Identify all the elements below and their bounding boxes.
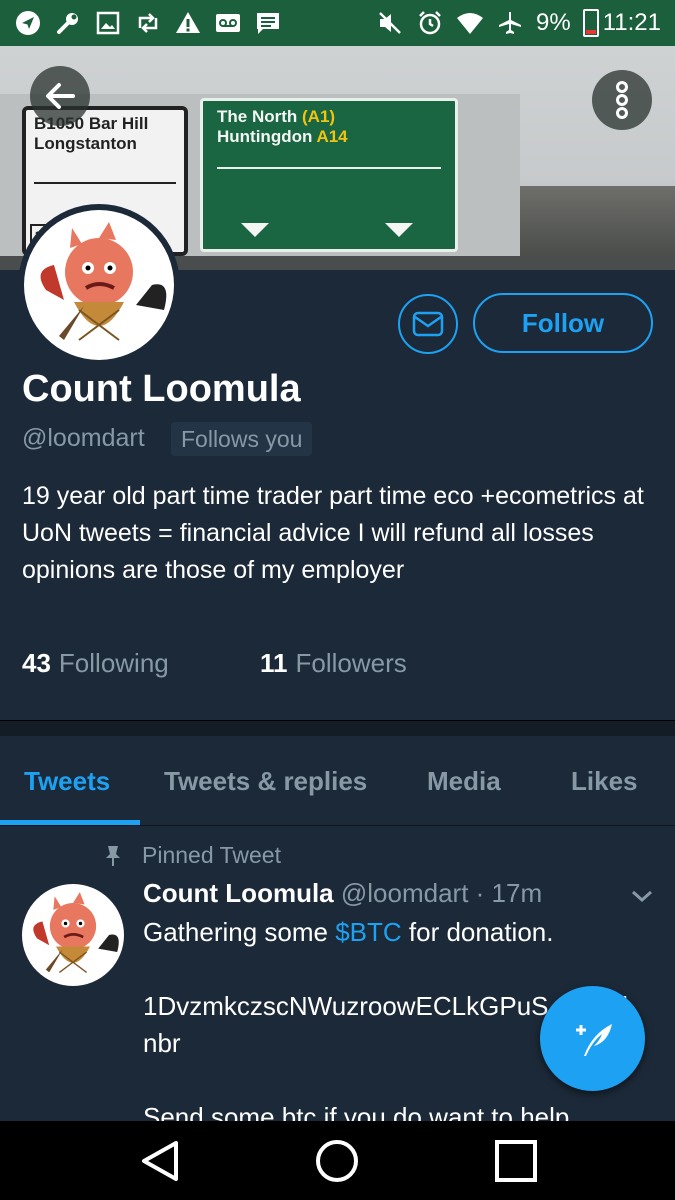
nav-recents-button[interactable]: [494, 1139, 538, 1183]
active-tab-indicator: [0, 820, 140, 825]
nav-home-button[interactable]: [315, 1139, 359, 1183]
tab-tweets[interactable]: Tweets: [24, 736, 110, 826]
chevron-down-icon: [632, 890, 652, 903]
following-count: 43: [22, 648, 51, 678]
section-divider: [0, 720, 675, 736]
profile-stats: 43 Following 11 Followers: [22, 648, 407, 679]
circle-home-icon: [316, 1140, 358, 1182]
tweet-menu-button[interactable]: [630, 888, 654, 909]
profile-name: Count Loomula: [22, 368, 301, 410]
tweet-time: · 17m: [475, 878, 543, 908]
message-button[interactable]: [398, 294, 458, 354]
battery-icon: [582, 9, 599, 37]
back-arrow-icon: [46, 83, 75, 109]
wifi-icon: [456, 9, 484, 37]
more-vertical-icon: [616, 81, 628, 119]
nav-back-button[interactable]: [138, 1139, 182, 1183]
profile-tabs: Tweets Tweets & replies Media Likes: [0, 736, 675, 826]
wrench-icon: [54, 9, 82, 37]
navigation-icon: [14, 9, 42, 37]
warning-icon: [174, 9, 202, 37]
status-bar: 9% 11:21: [0, 0, 675, 46]
airplane-icon: [496, 9, 524, 37]
message-icon: [254, 9, 282, 37]
cashtag-link[interactable]: $BTC: [335, 917, 401, 947]
tweet-text-part: Gathering some: [143, 917, 336, 947]
triangle-back-icon: [142, 1141, 178, 1181]
sign-line-1: The North: [217, 107, 298, 126]
followers-label: Followers: [295, 648, 407, 678]
mute-icon: [376, 9, 404, 37]
square-recents-icon: [495, 1140, 537, 1182]
compose-feather-icon: [575, 1023, 612, 1056]
sign-line-2: Huntingdon: [217, 127, 313, 146]
pinned-text: Pinned Tweet: [142, 842, 281, 868]
alarm-icon: [416, 9, 444, 37]
profile-avatar[interactable]: [18, 204, 180, 366]
tweet-author-handle[interactable]: @loomdart: [341, 878, 469, 908]
follow-button[interactable]: Follow: [473, 293, 653, 353]
sign-road-2: A14: [316, 127, 348, 146]
pinned-tweet-label: Pinned Tweet: [104, 842, 281, 869]
profile-bio: 19 year old part time trader part time e…: [22, 482, 644, 584]
tab-likes[interactable]: Likes: [571, 736, 638, 826]
pin-icon: [106, 845, 120, 866]
back-button[interactable]: [30, 66, 90, 126]
followers-count: 11: [260, 648, 288, 678]
tweet-author-name[interactable]: Count Loomula: [143, 878, 334, 908]
follows-you-badge: Follows you: [171, 422, 313, 456]
sign-road-1: (A1): [302, 107, 336, 126]
retweet-icon: [134, 9, 162, 37]
more-options-button[interactable]: [592, 70, 652, 130]
battery-percent: 9%: [536, 9, 571, 36]
profile-handle: @loomdart: [22, 424, 145, 452]
image-icon: [94, 9, 122, 37]
following-label: Following: [58, 648, 169, 678]
followers-stat[interactable]: 11 Followers: [260, 648, 407, 679]
system-nav-bar: [0, 1121, 675, 1200]
tweet-header: Count Loomula @loomdart · 17m: [143, 878, 542, 909]
sign-line-2: Longstanton: [34, 134, 137, 153]
tab-tweets-replies[interactable]: Tweets & replies: [164, 736, 367, 826]
compose-tweet-button[interactable]: [540, 986, 645, 1091]
following-stat[interactable]: 43 Following: [22, 648, 260, 679]
tweet-author-avatar[interactable]: [22, 884, 124, 986]
tab-media[interactable]: Media: [427, 736, 501, 826]
road-sign-green: The North (A1) Huntingdon A14: [200, 98, 458, 252]
voicemail-icon: [214, 9, 242, 37]
mail-icon: [412, 311, 444, 337]
clock: 11:21: [602, 9, 661, 36]
